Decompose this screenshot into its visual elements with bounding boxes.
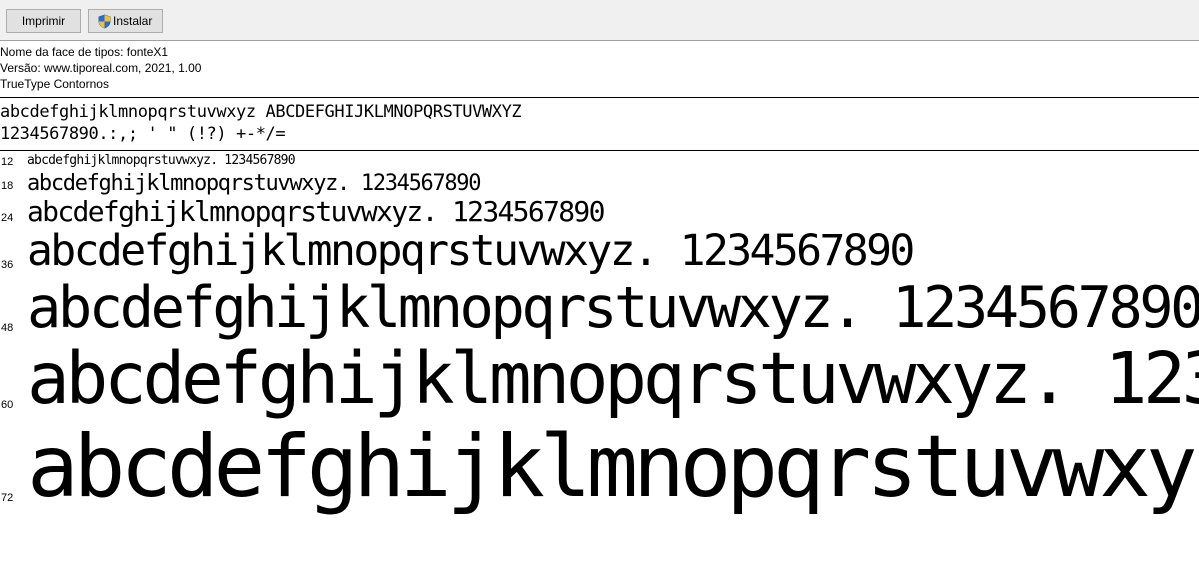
- sample-text: abcdefghijklmnopqrstuvwxyz. 1234567890: [27, 195, 605, 228]
- sample-row-48: 48 abcdefghijklmnopqrstuvwxyz. 123456789…: [0, 276, 1199, 342]
- charset-line-symbols: 1234567890.:,; ' " (!?) +-*/=: [0, 124, 286, 144]
- sample-row-12: 12 abcdefghijklmnopqrstuvwxyz. 123456789…: [0, 151, 1199, 171]
- install-button[interactable]: Instalar: [88, 9, 163, 33]
- toolbar: Imprimir Instalar: [0, 0, 1199, 41]
- sample-text: abcdefghijklmnopqrstuvwxyz. 1234567890: [27, 226, 915, 276]
- typeface-name: Nome da face de tipos: fonteX1: [0, 45, 169, 59]
- sample-row-72: 72 abcdefghijklmnopqrstuvwxyz. 123456789…: [0, 420, 1199, 520]
- uac-shield-icon: [98, 14, 111, 28]
- sample-row-36: 36 abcdefghijklmnopqrstuvwxyz. 123456789…: [0, 226, 1199, 278]
- sample-text: abcdefghijklmnopqrstuvwxyz. 1234567890: [27, 276, 1199, 341]
- size-label: 60: [1, 399, 14, 411]
- font-version: Versão: www.tiporeal.com, 2021, 1.00: [0, 61, 202, 75]
- size-label: 48: [1, 322, 14, 334]
- font-info: Nome da face de tipos: fonteX1 Versão: w…: [0, 44, 201, 92]
- divider: [0, 97, 1199, 98]
- size-label: 36: [1, 259, 14, 271]
- sample-text: abcdefghijklmnopqrstuvwxyz. 1234567890: [27, 171, 481, 196]
- sample-row-60: 60 abcdefghijklmnopqrstuvwxyz. 123456789…: [0, 340, 1199, 420]
- sample-text: abcdefghijklmnopqrstuvwxyz. 1234567890: [27, 153, 296, 168]
- font-type: TrueType Contornos: [0, 77, 109, 91]
- install-button-label: Instalar: [113, 14, 153, 28]
- size-label: 72: [1, 492, 14, 504]
- size-label: 12: [1, 156, 14, 168]
- sample-text: abcdefghijklmnopqrstuvwxyz. 1234567890: [27, 420, 1199, 517]
- character-set: abcdefghijklmnopqrstuvwxyz ABCDEFGHIJKLM…: [0, 101, 522, 145]
- sample-text: abcdefghijklmnopqrstuvwxyz. 1234567890: [27, 340, 1199, 420]
- size-label: 18: [1, 180, 14, 192]
- charset-line-letters: abcdefghijklmnopqrstuvwxyz ABCDEFGHIJKLM…: [0, 102, 522, 122]
- print-button[interactable]: Imprimir: [6, 9, 81, 33]
- size-label: 24: [1, 212, 14, 224]
